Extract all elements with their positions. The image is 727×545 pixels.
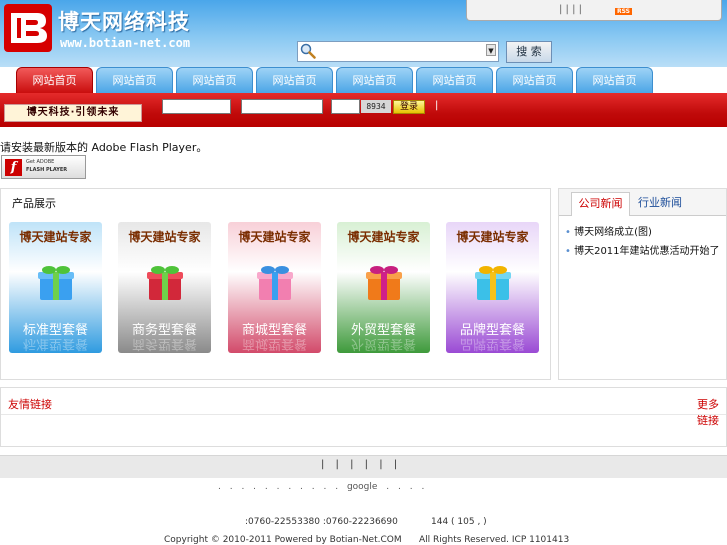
card-label-reflection: 商务型套餐 [131,336,197,351]
more-links-link[interactable]: 更多链接 [697,396,727,428]
rss-icon[interactable]: RSS [615,8,632,15]
flash-badge-line1: Get ADOBE [26,159,55,165]
flash-badge-line2: FLASH PLAYER [26,167,68,173]
product-card-3[interactable]: 博天建站专家 商城型套餐 商城型套餐 [228,222,321,353]
nav-tab-6[interactable]: 网站首页 [416,67,493,93]
card-heading: 博天建站专家 [19,230,92,244]
flash-notice: 请安装最新版本的 Adobe Flash Player。 [0,141,208,154]
gift-icon [475,266,511,300]
captcha-input[interactable] [331,99,360,114]
product-card-1[interactable]: 博天建站专家 标准型套餐 标准型套餐 [9,222,102,353]
footer-rights: All Rights Reserved. ICP 1101413 [419,535,570,545]
login-button[interactable]: 登录 [393,100,425,114]
footer-nav[interactable]: | | | | | | [321,459,397,470]
card-heading: 博天建站专家 [456,230,529,244]
nav-tab-7[interactable]: 网站首页 [496,67,573,93]
site-url: www.botian-net.com [60,36,191,50]
login-separator: | [435,100,439,111]
news-panel [558,188,727,380]
product-card-5[interactable]: 博天建站专家 品牌型套餐 品牌型套餐 [446,222,539,353]
nav-tab-8[interactable]: 网站首页 [576,67,653,93]
gift-icon [38,266,74,300]
card-label-reflection: 商城型套餐 [241,336,307,351]
friend-links-title: 友情链接 [8,398,52,411]
site-title: 博天网络科技 [58,9,190,34]
product-card-2[interactable]: 博天建站专家 商务型套餐 商务型套餐 [118,222,211,353]
flash-icon: f [5,159,22,176]
search-button[interactable]: 搜 索 [506,41,552,63]
product-panel-title: 产品展示 [12,197,56,210]
search-input[interactable] [297,41,499,62]
news-item[interactable]: 博天网络成立(图) [565,223,652,238]
divider [1,414,726,415]
tab-industry-news[interactable]: 行业新闻 [634,192,686,214]
footer-stats: 144 ( 105 , ) [431,517,487,527]
captcha-image[interactable]: 8934 [361,100,391,113]
nav-tab-2[interactable]: 网站首页 [96,67,173,93]
search-dropdown-icon[interactable]: ▼ [486,44,496,56]
top-links-bar: | | | | RSS [466,0,722,21]
search-icon [300,43,316,59]
nav-tab-3[interactable]: 网站首页 [176,67,253,93]
nav-tab-5[interactable]: 网站首页 [336,67,413,93]
password-input[interactable] [241,99,323,114]
logo-icon[interactable] [4,4,52,52]
gift-icon [366,266,402,300]
card-heading: 博天建站专家 [238,230,311,244]
card-heading: 博天建站专家 [347,230,420,244]
gift-icon [257,266,293,300]
product-card-4[interactable]: 博天建站专家 外贸型套餐 外贸型套餐 [337,222,430,353]
card-label-reflection: 标准型套餐 [22,336,88,351]
card-label-reflection: 外贸型套餐 [350,336,416,351]
slogan-banner: 博天科技·引领未来 [4,104,142,122]
username-input[interactable] [162,99,231,114]
news-item[interactable]: 博天2011年建站优惠活动开始了 [565,242,719,257]
gift-icon [147,266,183,300]
top-links-separators: | | | | [559,4,583,15]
nav-tab-4[interactable]: 网站首页 [256,67,333,93]
nav-tab-1[interactable]: 网站首页 [16,67,93,93]
get-flash-button[interactable]: f Get ADOBE FLASH PLAYER [1,155,86,179]
footer-phone: :0760-22553380 :0760-22236690 [245,517,398,527]
card-heading: 博天建站专家 [128,230,201,244]
card-label-reflection: 品牌型套餐 [459,336,525,351]
friend-links-panel [0,387,727,447]
tab-company-news[interactable]: 公司新闻 [571,192,630,216]
footer-copyright: Copyright © 2010-2011 Powered by Botian-… [164,535,402,545]
footer-links[interactable]: . . . . . . . . . . . google . . . . [218,482,424,492]
